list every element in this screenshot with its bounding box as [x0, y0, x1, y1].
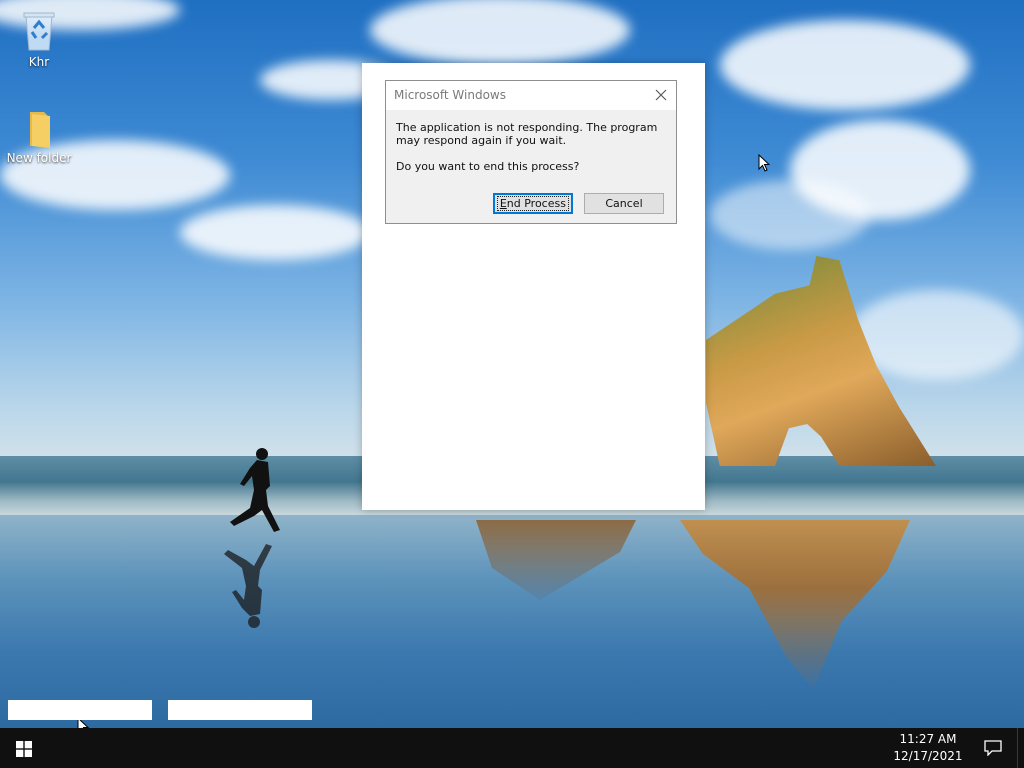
taskbar: 11:27 AM 12/17/2021	[0, 728, 1024, 768]
desktop-icon-recycle-bin[interactable]: Khr	[1, 8, 77, 69]
cancel-button[interactable]: Cancel	[584, 193, 664, 214]
mouse-pointer-icon	[758, 154, 770, 172]
end-process-mnemonic: E	[499, 197, 507, 210]
wallpaper-cloud	[710, 180, 870, 250]
desktop-icon-label: New folder	[6, 151, 72, 165]
runner-reflection-icon	[224, 544, 272, 628]
close-button[interactable]	[652, 86, 670, 104]
close-icon	[655, 89, 667, 101]
minimized-window-placeholder[interactable]	[168, 700, 312, 720]
action-center-icon[interactable]	[984, 740, 1002, 756]
show-desktop-button[interactable]	[1017, 728, 1024, 768]
clock-time: 11:27 AM	[899, 732, 957, 746]
dialog-message: The application is not responding. The p…	[396, 121, 658, 147]
wallpaper-cloud	[180, 205, 370, 260]
clock-date: 12/17/2021	[893, 749, 963, 763]
start-button[interactable]	[0, 728, 48, 768]
runner-silhouette-icon	[230, 448, 280, 532]
dialog-titlebar[interactable]: Microsoft Windows	[386, 81, 676, 110]
not-responding-dialog: Microsoft Windows The application is not…	[385, 80, 677, 224]
dialog-question: Do you want to end this process?	[396, 160, 580, 173]
dialog-body: The application is not responding. The p…	[386, 110, 676, 173]
end-process-label-rest: nd Process	[506, 197, 566, 210]
folder-icon	[30, 112, 50, 148]
taskbar-clock[interactable]: 11:27 AM 12/17/2021	[888, 731, 968, 765]
recycle-bin-icon	[23, 12, 55, 51]
desktop-icon-label: Khr	[28, 55, 50, 69]
end-process-button-label: End Process	[496, 196, 569, 211]
wallpaper-cloud	[720, 20, 970, 110]
dialog-button-row: End Process Cancel	[487, 193, 664, 214]
minimized-window-placeholder[interactable]	[8, 700, 152, 720]
end-process-button[interactable]: End Process	[492, 193, 573, 214]
desktop-icon-new-folder[interactable]: New folder	[1, 108, 77, 165]
windows-logo-icon	[16, 741, 32, 757]
dialog-title: Microsoft Windows	[394, 88, 506, 102]
